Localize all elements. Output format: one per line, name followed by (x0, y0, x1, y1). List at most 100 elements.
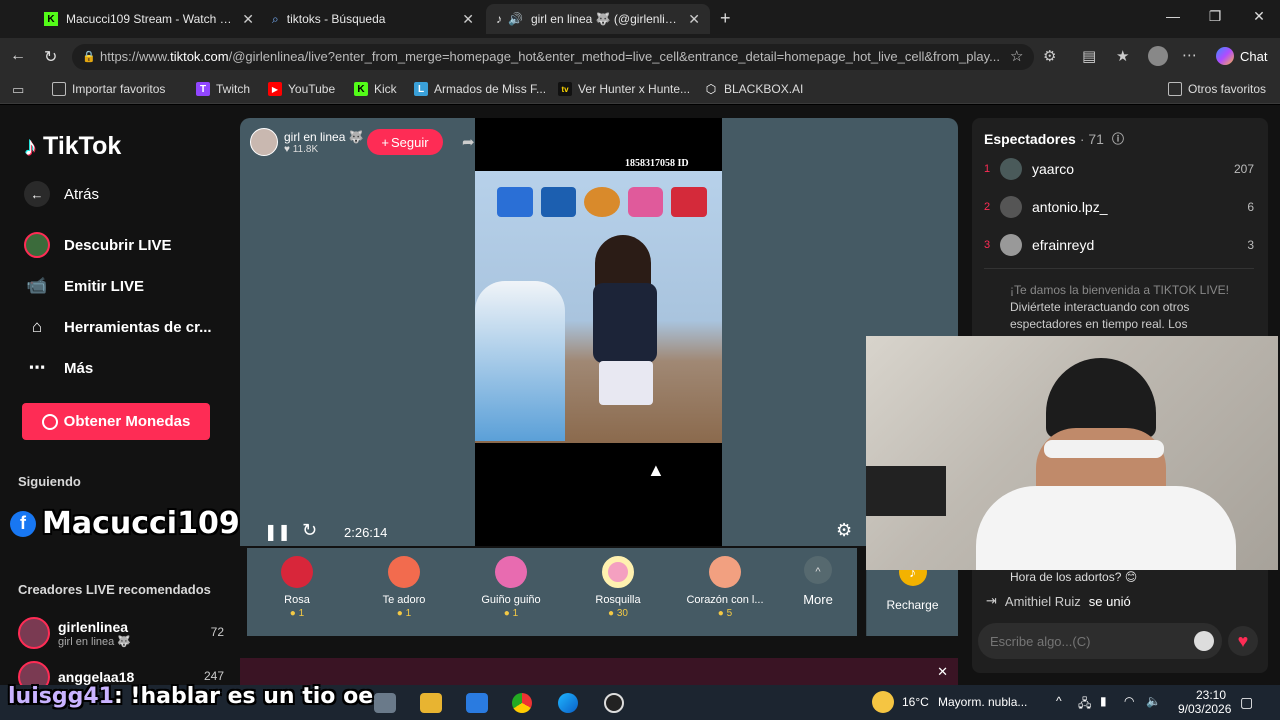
tab-actions-icon[interactable]: ▭ (12, 82, 24, 98)
settings-gear-icon[interactable]: ⚙ (836, 520, 852, 541)
live-avatar-icon (24, 232, 50, 258)
weather-icon[interactable] (872, 691, 894, 713)
avatar (1000, 196, 1022, 218)
tiktok-logo[interactable]: ♪ TikTok (24, 131, 121, 162)
url-host: tiktok.com (170, 49, 229, 64)
gift-rosquilla[interactable]: Rosquilla ● 30 (568, 556, 668, 619)
nav-discover-live[interactable]: Descubrir LIVE (24, 232, 172, 258)
pause-icon[interactable]: ❚❚ (264, 522, 291, 542)
chat-message: Hora de los adortos? 😊 (1010, 570, 1138, 584)
file-explorer-icon[interactable] (420, 693, 442, 713)
tiktok-note-icon: ♪ (24, 131, 37, 161)
nav-more[interactable]: ⋯ Más (24, 355, 94, 381)
clock[interactable]: 23:10 9/03/2026 (1178, 688, 1231, 716)
reload-icon[interactable]: ↻ (44, 47, 57, 67)
tab-tiktok-live[interactable]: ♪ 🔊 girl en linea 🐺 (@girlenlinea) ✕ (486, 4, 710, 34)
chrome-icon[interactable] (512, 693, 532, 713)
close-tab-icon[interactable]: ✕ (688, 11, 700, 28)
gift-guino[interactable]: Guiño guiño ● 1 (461, 556, 561, 619)
tiktok-page: ♪ TikTok ← Atrás Descubrir LIVE 📹 Emitir… (0, 105, 1280, 693)
close-window-icon[interactable]: ✕ (1244, 8, 1274, 25)
favorites-icon[interactable]: ★ (1116, 47, 1129, 65)
profile-avatar-icon[interactable] (1148, 46, 1168, 66)
viewer-score: 3 (1247, 238, 1254, 252)
gift-corazon[interactable]: Corazón con l... ● 5 (675, 556, 775, 619)
video-scene (475, 171, 722, 443)
battery-icon[interactable]: ▮ (1100, 694, 1107, 708)
bookmark-label: Kick (374, 82, 397, 96)
youtube-icon: ▶ (268, 82, 282, 96)
close-icon[interactable]: ✕ (937, 664, 948, 680)
hug-emoji-icon (388, 556, 420, 588)
more-menu-icon[interactable]: ⋯ (1182, 46, 1197, 64)
viewer-row[interactable]: 1 yaarco 207 (984, 158, 1254, 180)
tab-search[interactable]: ⌕ tiktoks - Búsqueda ✕ (262, 4, 484, 34)
viewers-title: Espectadores (984, 130, 1076, 147)
bookmark-kick[interactable]: K Kick (354, 82, 397, 96)
gift-more-button[interactable]: ^ More (768, 556, 868, 607)
host-info[interactable]: girl en linea 🐺 ♥ 11.8K (250, 128, 364, 156)
obs-icon[interactable] (604, 693, 624, 713)
like-heart-button[interactable]: ♥ (1228, 626, 1258, 656)
minimize-icon[interactable]: — (1158, 8, 1188, 24)
user-join-icon: ⇥ (986, 593, 997, 608)
gift-price: ● 1 (289, 608, 305, 619)
bookmark-twitch[interactable]: T Twitch (196, 82, 250, 96)
bookmark-other-favorites[interactable]: Otros favoritos (1168, 82, 1266, 96)
recharge-label: Recharge (886, 598, 939, 612)
notifications-icon[interactable]: ▢ (1240, 694, 1253, 711)
wifi-icon[interactable]: ◠ (1124, 694, 1134, 708)
gift-rose[interactable]: Rosa ● 1 (247, 556, 347, 619)
refresh-icon[interactable]: ↻ (302, 520, 317, 541)
emoji-icon[interactable] (1194, 631, 1214, 651)
recommended-creator[interactable]: girlenlinea girl en linea 🐺 72 (18, 617, 228, 649)
follow-button[interactable]: + Seguir (367, 129, 443, 155)
bookmark-import[interactable]: Importar favoritos (52, 82, 165, 96)
close-tab-icon[interactable]: ✕ (242, 11, 254, 28)
donut-icon (602, 556, 634, 588)
outlook-icon[interactable] (466, 693, 488, 713)
maximize-icon[interactable]: ❐ (1200, 8, 1230, 25)
live-player[interactable]: 1858317058 ID ▲ girl en linea 🐺 ♥ 11.8K … (240, 118, 958, 546)
volume-icon[interactable]: 🔈 (1146, 694, 1161, 708)
bookmark-blackbox[interactable]: ⬡ BLACKBOX.AI (704, 82, 804, 96)
share-arrow-icon[interactable]: ➦ (462, 133, 475, 151)
person-shorts (599, 361, 653, 405)
copilot-chat-button[interactable]: Chat (1216, 47, 1267, 65)
get-coins-button[interactable]: Obtener Monedas (22, 403, 210, 440)
chat-input[interactable] (978, 623, 1178, 659)
viewer-row[interactable]: 3 efrainreyd 3 (984, 234, 1254, 256)
close-tab-icon[interactable]: ✕ (462, 11, 474, 28)
new-tab-icon[interactable]: + (720, 8, 731, 29)
split-screen-icon[interactable]: ▤ (1082, 47, 1096, 65)
copilot-icon (1216, 47, 1234, 65)
gift-te-adoro[interactable]: Te adoro ● 1 (354, 556, 454, 619)
store-icon[interactable] (374, 693, 396, 713)
live-video[interactable]: 1858317058 ID ▲ (475, 118, 722, 546)
url-input[interactable]: 🔒 https://www.tiktok.com/@girlenlinea/li… (72, 44, 1034, 70)
favorite-star-icon[interactable]: ☆ (1010, 47, 1023, 65)
viewer-name: antonio.lpz_ (1032, 199, 1108, 215)
bookmark-hunter[interactable]: tv Ver Hunter x Hunte... (558, 82, 690, 96)
nav-go-live[interactable]: 📹 Emitir LIVE (24, 273, 144, 299)
viewer-row[interactable]: 2 antonio.lpz_ 6 (984, 196, 1254, 218)
lock-icon: 🔒 (82, 51, 96, 63)
chevron-up-icon[interactable]: ^ (1056, 694, 1062, 708)
network-icon[interactable]: 🖧 (1078, 694, 1091, 715)
edge-icon[interactable] (558, 693, 578, 713)
back-arrow-icon: ← (24, 181, 50, 207)
tab-kick-stream[interactable]: K Macucci109 Stream - Watch Live o ✕ (34, 4, 264, 34)
extensions-icon[interactable]: ⚙ (1043, 47, 1056, 65)
bookmark-youtube[interactable]: ▶ YouTube (268, 82, 335, 96)
bookmark-armados[interactable]: L Armados de Miss F... (414, 82, 546, 96)
plush-toy (475, 281, 565, 441)
nav-creator-tools[interactable]: ⌂ Herramientas de cr... (24, 314, 212, 340)
search-icon: ⌕ (272, 11, 279, 26)
back-button[interactable]: ← Atrás (24, 181, 99, 207)
back-arrow-icon[interactable]: ← (10, 47, 26, 65)
host-likes-row: ♥ 11.8K (284, 144, 364, 155)
speaker-icon[interactable]: 🔊 (508, 12, 523, 26)
help-circle-icon[interactable]: ⓘ (1112, 130, 1124, 147)
join-message: ⇥ Amithiel Ruiz se unió (986, 593, 1131, 609)
kick-icon: K (354, 82, 368, 96)
